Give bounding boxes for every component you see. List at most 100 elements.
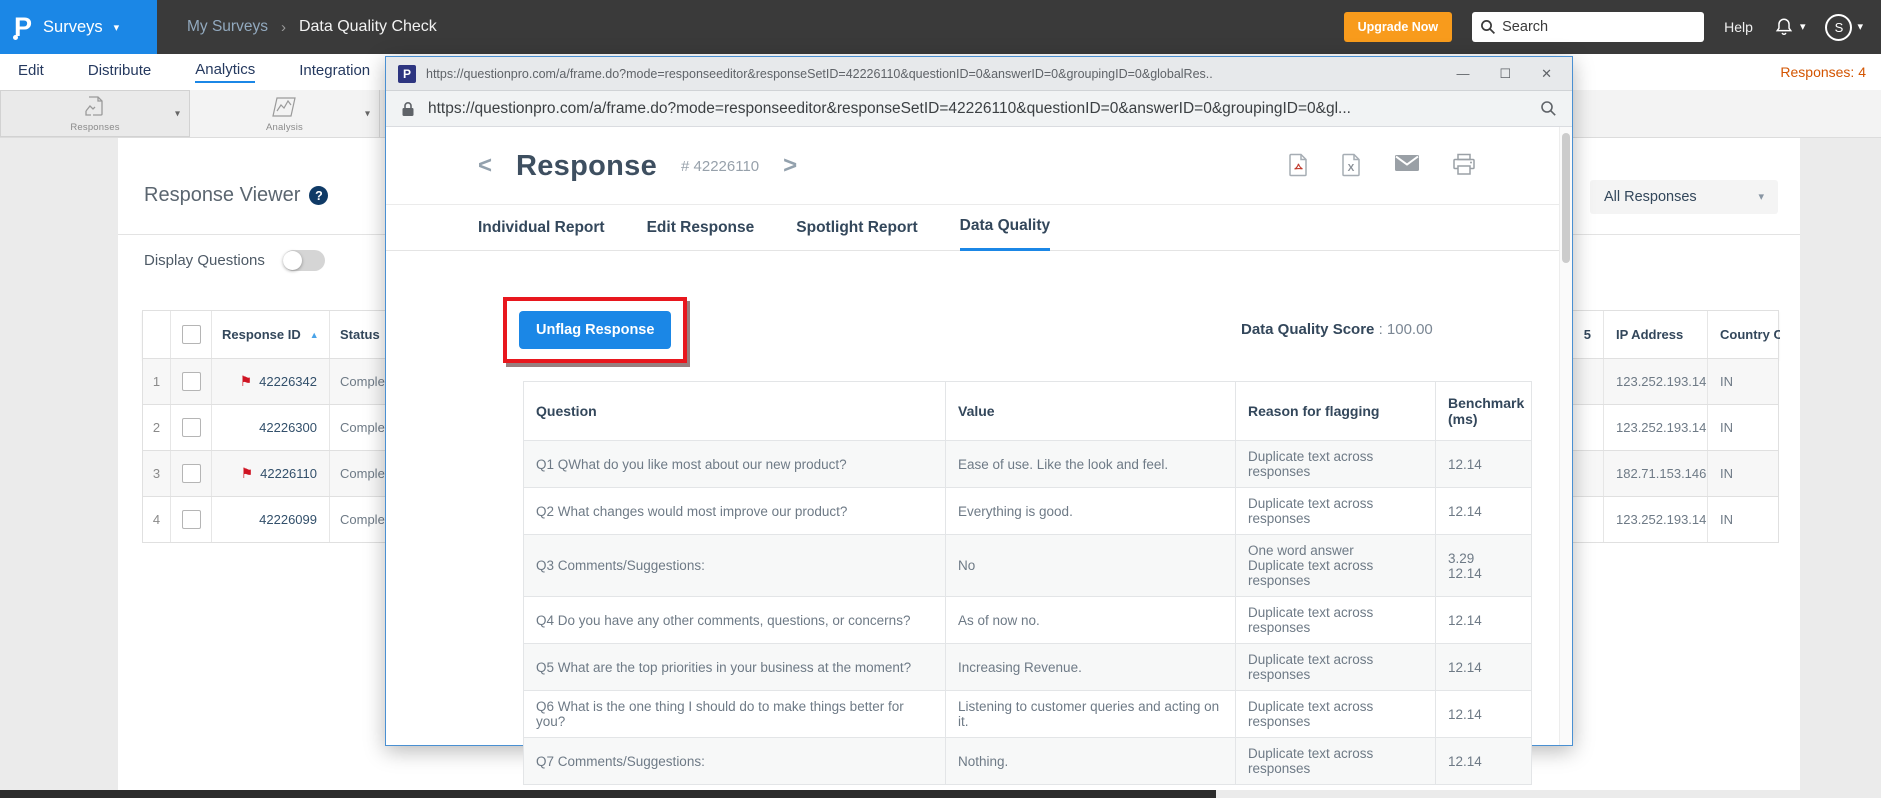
breadcrumb: My Surveys › Data Quality Check	[187, 18, 437, 36]
chevron-down-icon: ▾	[1799, 20, 1806, 33]
question-cell: Q1 QWhat do you like most about our new …	[523, 440, 946, 488]
country-code-header[interactable]: Country Code	[1708, 311, 1780, 358]
breadcrumb-my-surveys[interactable]: My Surveys	[187, 18, 268, 36]
ip-address-header[interactable]: IP Address	[1604, 311, 1708, 358]
row-number: 2	[143, 405, 171, 450]
export-actions: X	[1288, 153, 1476, 177]
country-cell: IN	[1720, 374, 1733, 389]
response-filter-dropdown[interactable]: All Responses ▾	[1590, 180, 1778, 214]
sort-ascending-icon: ▲	[309, 329, 319, 340]
country-cell: IN	[1720, 466, 1733, 481]
row-checkbox[interactable]	[181, 464, 201, 483]
close-icon[interactable]: ✕	[1541, 66, 1552, 82]
upgrade-now-button[interactable]: Upgrade Now	[1343, 12, 1453, 42]
chevron-down-icon: ▾	[174, 108, 180, 119]
reason-cell: Duplicate text across responses	[1235, 690, 1436, 738]
tab-edit[interactable]: Edit	[18, 62, 44, 82]
toolbar-responses[interactable]: Responses ▾	[0, 90, 190, 137]
response-id-link[interactable]: 42226099	[259, 512, 317, 527]
pdf-export-icon[interactable]	[1288, 153, 1309, 177]
response-id-link[interactable]: 42226342	[259, 374, 317, 389]
tab-spotlight-report[interactable]: Spotlight Report	[796, 219, 917, 250]
benchmark-cell: 12.14	[1435, 737, 1532, 785]
annotation-highlight-box: Unflag Response	[503, 297, 688, 363]
tab-individual-report[interactable]: Individual Report	[478, 219, 605, 250]
excel-export-icon[interactable]: X	[1341, 153, 1362, 177]
reason-cell: Duplicate text across responses	[1235, 440, 1436, 488]
benchmark-header: Benchmark (ms)	[1435, 381, 1532, 441]
table-row: Q1 QWhat do you like most about our new …	[523, 440, 1532, 488]
email-icon[interactable]	[1394, 153, 1420, 177]
zoom-magnifier-icon[interactable]	[1540, 100, 1557, 117]
account-menu[interactable]: S ▾	[1825, 13, 1863, 41]
address-url[interactable]: https://questionpro.com/a/frame.do?mode=…	[428, 100, 1527, 118]
question-cell: Q7 Comments/Suggestions:	[523, 737, 946, 785]
chevron-down-icon: ▾	[364, 108, 370, 119]
search-input[interactable]	[1472, 12, 1705, 42]
popup-title-url: https://questionpro.com/a/frame.do?mode=…	[426, 66, 1213, 81]
benchmark-cell: 12.14	[1435, 596, 1532, 644]
value-cell: Listening to customer queries and acting…	[945, 690, 1236, 738]
value-cell: Everything is good.	[945, 487, 1236, 535]
help-link[interactable]: Help	[1724, 19, 1753, 35]
response-id-link[interactable]: 42226300	[259, 420, 317, 435]
question-cell: Q4 Do you have any other comments, quest…	[523, 596, 946, 644]
ip-cell: 123.252.193.148	[1604, 497, 1708, 542]
response-id-header[interactable]: Response ID ▲	[212, 311, 330, 358]
breadcrumb-separator-icon: ›	[280, 18, 286, 36]
previous-response-icon[interactable]: <	[478, 152, 492, 180]
score-label: Data Quality Score	[1241, 321, 1375, 338]
checkbox-cell	[171, 497, 212, 542]
row-checkbox[interactable]	[181, 418, 201, 437]
tab-analytics[interactable]: Analytics	[195, 61, 256, 83]
surveys-product-switcher[interactable]: P Surveys ▾	[0, 0, 157, 54]
help-question-icon[interactable]: ?	[309, 186, 329, 205]
print-icon[interactable]	[1452, 153, 1476, 177]
response-id-link[interactable]: 42226110	[260, 466, 317, 481]
searchbox	[1472, 12, 1705, 42]
select-all-cell	[171, 311, 212, 358]
tab-edit-response[interactable]: Edit Response	[647, 219, 755, 250]
response-editor-window: P https://questionpro.com/a/frame.do?mod…	[385, 56, 1573, 785]
response-header-inner: < Response # 42226110 >	[478, 127, 797, 205]
question-cell: Q2 What changes would most improve our p…	[523, 487, 946, 535]
reason-cell: Duplicate text across responses	[1235, 643, 1436, 691]
analysis-chart-icon	[271, 94, 299, 120]
popup-titlebar[interactable]: P https://questionpro.com/a/frame.do?mod…	[386, 57, 1572, 91]
window-controls: — ☐ ✕	[1456, 66, 1552, 82]
value-header: Value	[945, 381, 1236, 441]
chevron-down-icon: ▾	[113, 21, 120, 34]
benchmark-cell: 12.14	[1435, 487, 1532, 535]
unflag-response-button[interactable]: Unflag Response	[519, 311, 672, 349]
response-id-cell: 42226099	[212, 497, 330, 542]
modal-scrollbar[interactable]	[1559, 127, 1572, 745]
next-response-icon[interactable]: >	[783, 152, 797, 180]
checkbox-cell	[171, 405, 212, 450]
score-value: : 100.00	[1378, 321, 1433, 338]
reason-cell: Duplicate text across responses	[1235, 737, 1436, 785]
row-number: 1	[143, 359, 171, 404]
toolbar-analysis[interactable]: Analysis ▾	[190, 90, 380, 137]
minimize-icon[interactable]: —	[1456, 66, 1469, 82]
display-questions-toggle[interactable]	[282, 250, 325, 271]
row-checkbox[interactable]	[181, 372, 201, 391]
display-questions-label: Display Questions	[144, 252, 265, 269]
data-quality-header-row: Question Value Reason for flagging Bench…	[523, 381, 1532, 441]
country-cell: IN	[1720, 512, 1733, 527]
svg-text:X: X	[1348, 163, 1355, 174]
notifications-menu[interactable]: ▾	[1773, 16, 1806, 38]
tab-distribute[interactable]: Distribute	[88, 62, 151, 82]
scrollbar-thumb[interactable]	[1562, 133, 1570, 263]
value-cell: Increasing Revenue.	[945, 643, 1236, 691]
response-id-cell: ⚑ 42226110	[212, 451, 330, 496]
country-cell: IN	[1720, 420, 1733, 435]
maximize-icon[interactable]: ☐	[1499, 66, 1511, 82]
row-checkbox[interactable]	[181, 510, 201, 529]
value-cell: No	[945, 534, 1236, 597]
select-all-checkbox[interactable]	[181, 325, 201, 344]
reason-header: Reason for flagging	[1235, 381, 1436, 441]
data-quality-panel: Unflag Response Data Quality Score : 100…	[386, 251, 1572, 785]
tab-data-quality[interactable]: Data Quality	[959, 217, 1051, 251]
ip-cell: 123.252.193.148	[1604, 359, 1708, 404]
tab-integration[interactable]: Integration	[299, 62, 370, 82]
